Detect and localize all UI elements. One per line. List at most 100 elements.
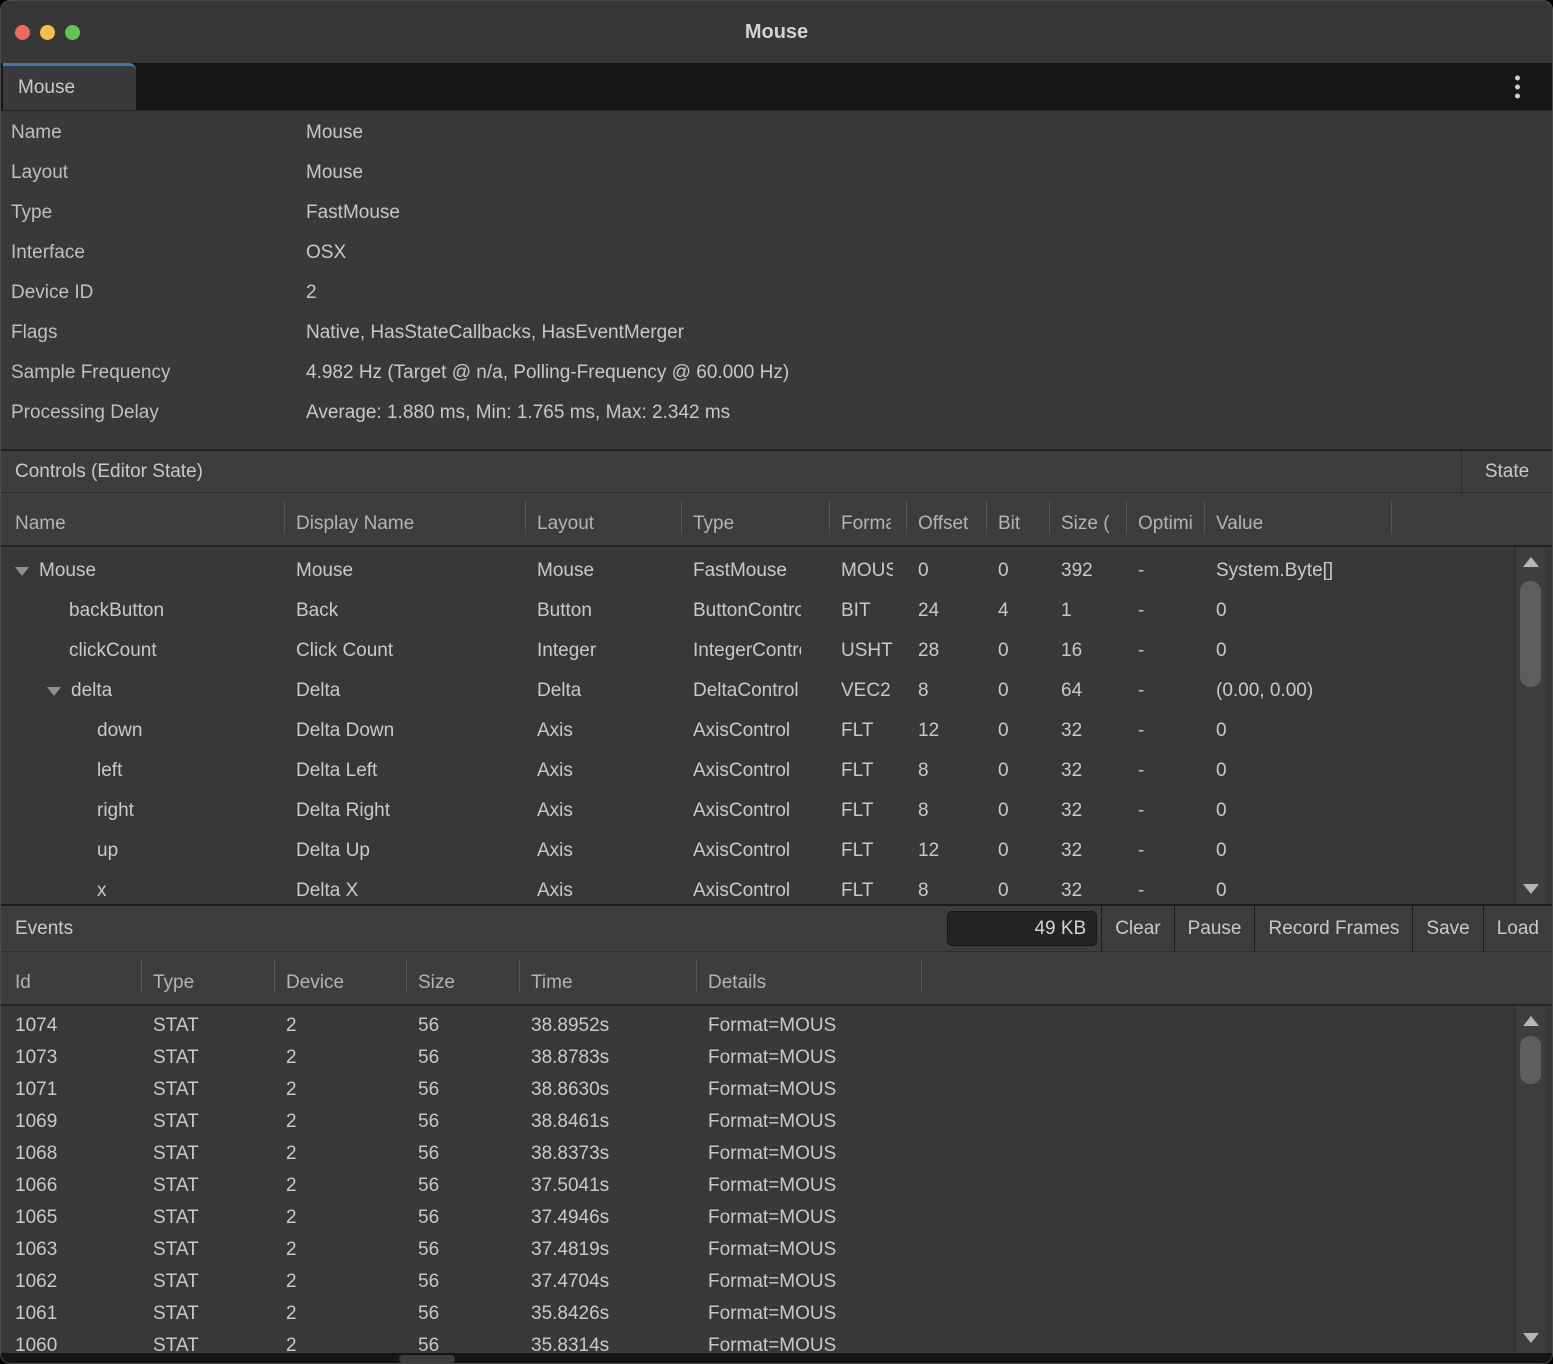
event-cell-spacer [921, 1234, 1515, 1266]
event-cell-details: Format=MOUS [696, 1266, 921, 1298]
event-row[interactable]: 1073STAT25638.8783sFormat=MOUS [1, 1042, 1515, 1074]
property-value: Mouse [306, 162, 363, 184]
column-header-value[interactable]: Value [1204, 493, 1391, 545]
event-cell-type: STAT [141, 1266, 274, 1298]
event-time: 38.8783s [531, 1047, 609, 1069]
right-edge [1545, 547, 1552, 904]
control-row[interactable]: downDelta DownAxisAxisControlFLT12032-0 [1, 711, 1515, 751]
column-header-offset[interactable]: Offset [906, 493, 986, 545]
control-layout: Mouse [537, 560, 594, 582]
controls-section-title: Controls (Editor State) [1, 451, 1461, 492]
clear-button[interactable]: Clear [1101, 906, 1173, 951]
property-label: Type [1, 202, 306, 224]
control-size: 32 [1061, 720, 1082, 742]
control-cell-optimized: - [1126, 671, 1204, 711]
expander-triangle-icon[interactable] [47, 687, 61, 696]
column-header-optimized[interactable]: Optimized [1126, 493, 1204, 545]
column-header-id[interactable]: Id [1, 952, 141, 1004]
event-cell-device: 2 [274, 1170, 406, 1202]
scroll-down-icon[interactable] [1523, 884, 1539, 894]
event-time: 35.8426s [531, 1303, 609, 1325]
column-header-bit[interactable]: Bit [986, 493, 1049, 545]
scroll-up-icon[interactable] [1523, 1016, 1539, 1026]
tab-mouse[interactable]: Mouse [3, 63, 136, 110]
control-offset: 12 [918, 840, 939, 862]
events-scrollbar-thumb[interactable] [1520, 1036, 1541, 1084]
control-bit: 0 [998, 640, 1009, 662]
control-row[interactable]: xDelta XAxisAxisControlFLT8032-0 [1, 871, 1515, 904]
event-row[interactable]: 1069STAT25638.8461sFormat=MOUS [1, 1106, 1515, 1138]
load-button[interactable]: Load [1483, 906, 1552, 951]
expander-triangle-icon[interactable] [15, 567, 29, 576]
column-header-device[interactable]: Device [274, 952, 406, 1004]
save-button[interactable]: Save [1412, 906, 1482, 951]
control-row[interactable]: MouseMouseMouseFastMouseMOUS00392-System… [1, 551, 1515, 591]
control-row[interactable]: clickCountClick CountIntegerIntegerContr… [1, 631, 1515, 671]
control-cell-bit: 0 [986, 671, 1049, 711]
control-cell-layout: Button [525, 591, 681, 631]
control-format: FLT [841, 720, 873, 742]
control-cell-name: down [1, 711, 284, 751]
column-header-time[interactable]: Time [519, 952, 696, 1004]
event-row[interactable]: 1066STAT25637.5041sFormat=MOUS [1, 1170, 1515, 1202]
event-cell-type: STAT [141, 1106, 274, 1138]
control-cell-bit: 0 [986, 791, 1049, 831]
event-cell-size: 56 [406, 1202, 519, 1234]
events-scrollbar[interactable] [1515, 1006, 1545, 1353]
control-cell-spacer [1391, 871, 1515, 904]
event-device: 2 [286, 1239, 297, 1261]
control-name: down [97, 720, 142, 742]
event-row[interactable]: 1074STAT25638.8952sFormat=MOUS [1, 1010, 1515, 1042]
scroll-down-icon[interactable] [1523, 1333, 1539, 1343]
pause-button[interactable]: Pause [1174, 906, 1255, 951]
event-cell-spacer [921, 1170, 1515, 1202]
minimize-button[interactable] [40, 25, 55, 40]
control-layout: Delta [537, 680, 581, 702]
column-header-layout[interactable]: Layout [525, 493, 681, 545]
event-row[interactable]: 1065STAT25637.4946sFormat=MOUS [1, 1202, 1515, 1234]
control-display_name: Back [296, 600, 338, 622]
horizontal-scrollbar-thumb[interactable] [399, 1355, 455, 1363]
controls-scrollbar-thumb[interactable] [1520, 581, 1541, 687]
column-header-display-name[interactable]: Display Name [284, 493, 525, 545]
control-row[interactable]: rightDelta RightAxisAxisControlFLT8032-0 [1, 791, 1515, 831]
event-row[interactable]: 1062STAT25637.4704sFormat=MOUS [1, 1266, 1515, 1298]
column-header-size[interactable]: Size [406, 952, 519, 1004]
event-row[interactable]: 1068STAT25638.8373sFormat=MOUS [1, 1138, 1515, 1170]
column-header-details[interactable]: Details [696, 952, 921, 1004]
event-details: Format=MOUS [708, 1175, 836, 1197]
control-size: 392 [1061, 560, 1093, 582]
event-row[interactable]: 1063STAT25637.4819sFormat=MOUS [1, 1234, 1515, 1266]
tab-bar: Mouse [1, 63, 1552, 111]
column-header-format[interactable]: Format [829, 493, 906, 545]
control-cell-optimized: - [1126, 591, 1204, 631]
controls-scrollbar[interactable] [1515, 547, 1545, 904]
column-header-name[interactable]: Name [1, 493, 284, 545]
scroll-up-icon[interactable] [1523, 557, 1539, 567]
horizontal-scrollbar[interactable] [1, 1353, 1552, 1364]
maximize-button[interactable] [65, 25, 80, 40]
kebab-menu-icon[interactable] [1511, 71, 1524, 102]
column-header-size[interactable]: Size (Bits) [1049, 493, 1126, 545]
event-cell-id: 1073 [1, 1042, 141, 1074]
state-toggle-button[interactable]: State [1461, 451, 1552, 492]
event-cell-details: Format=MOUS [696, 1074, 921, 1106]
close-button[interactable] [15, 25, 30, 40]
control-row[interactable]: upDelta UpAxisAxisControlFLT12032-0 [1, 831, 1515, 871]
control-cell-offset: 8 [906, 751, 986, 791]
event-device: 2 [286, 1111, 297, 1133]
event-id: 1071 [15, 1079, 57, 1101]
control-row[interactable]: deltaDeltaDeltaDeltaControlVEC28064-(0.0… [1, 671, 1515, 711]
column-header-type[interactable]: Type [681, 493, 829, 545]
control-row[interactable]: leftDelta LeftAxisAxisControlFLT8032-0 [1, 751, 1515, 791]
event-row[interactable]: 1071STAT25638.8630sFormat=MOUS [1, 1074, 1515, 1106]
control-cell-type: FastMouse [681, 551, 829, 591]
device-properties-panel: NameMouseLayoutMouseTypeFastMouseInterfa… [1, 111, 1552, 449]
property-value: OSX [306, 242, 346, 264]
event-row[interactable]: 1061STAT25635.8426sFormat=MOUS [1, 1298, 1515, 1330]
control-cell-format: FLT [829, 871, 906, 904]
record-frames-button[interactable]: Record Frames [1254, 906, 1412, 951]
control-row[interactable]: backButtonBackButtonButtonControlBIT2441… [1, 591, 1515, 631]
event-row[interactable]: 1060STAT25635.8314sFormat=MOUS [1, 1330, 1515, 1353]
column-header-type[interactable]: Type [141, 952, 274, 1004]
